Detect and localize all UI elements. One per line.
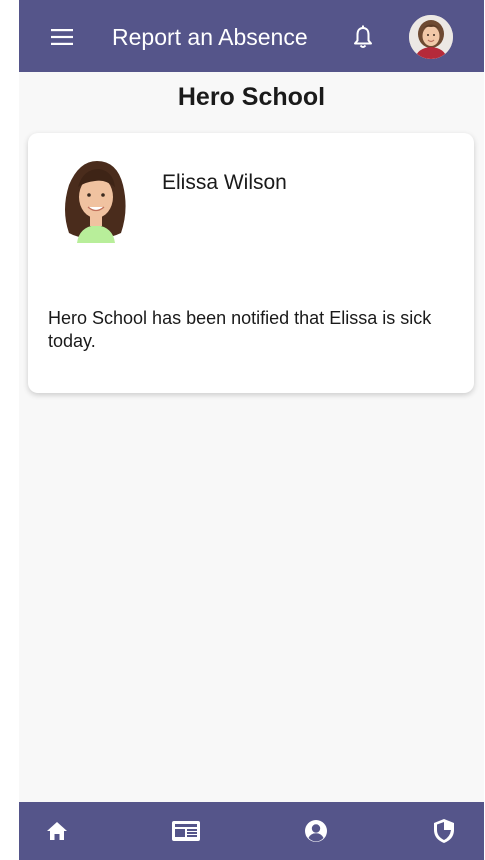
page-title: Report an Absence — [112, 24, 308, 50]
nav-profile-button[interactable] — [286, 802, 346, 860]
absence-confirmation-card: Elissa Wilson Hero School has been notif… — [28, 133, 474, 393]
bottom-navigation-bar — [19, 802, 484, 860]
user-avatar-image — [409, 15, 453, 59]
student-photo — [59, 155, 131, 243]
student-photo-image — [59, 155, 131, 243]
nav-home-button[interactable] — [27, 802, 87, 860]
top-app-bar: Report an Absence — [19, 0, 484, 72]
app-screen: Report an Absence Hero School Elissa Wil… — [19, 0, 484, 860]
notifications-button[interactable] — [351, 22, 375, 52]
student-name: Elissa Wilson — [162, 171, 287, 194]
menu-button[interactable] — [49, 22, 75, 52]
school-name: Hero School — [177, 83, 326, 111]
nav-security-button[interactable] — [414, 802, 474, 860]
bell-icon — [354, 25, 372, 48]
home-icon — [47, 822, 67, 840]
shield-icon — [434, 819, 454, 843]
absence-notice-message: Hero School has been notified that Eliss… — [48, 308, 432, 351]
user-circle-icon — [305, 820, 327, 842]
user-avatar[interactable] — [409, 15, 453, 59]
hamburger-menu-icon — [51, 29, 73, 45]
newspaper-icon — [172, 821, 200, 841]
nav-news-button[interactable] — [156, 802, 216, 860]
